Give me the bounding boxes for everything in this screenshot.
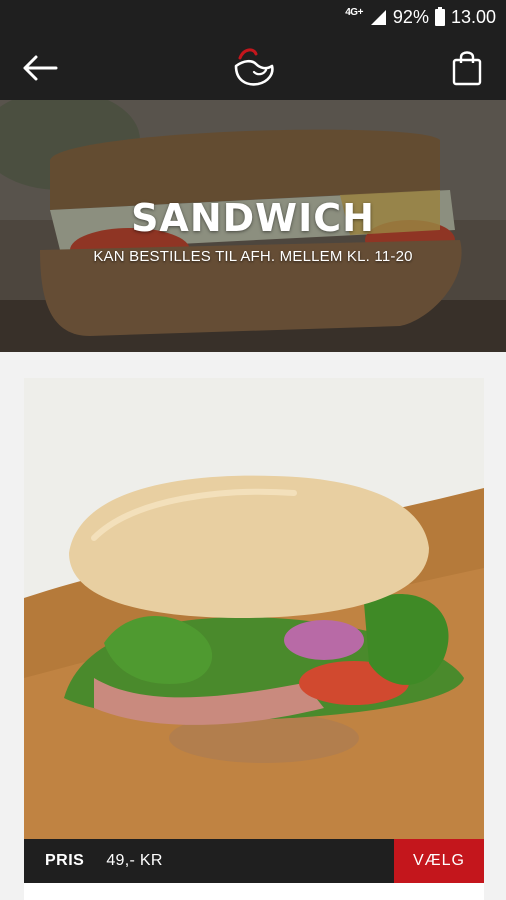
price-value: 49,- KR [106, 852, 163, 869]
status-bar: 4G+ 92% 13.00 [0, 0, 506, 34]
bird-logo-icon[interactable] [228, 46, 278, 90]
price-bar: PRIS 49,- KR VÆLG [24, 839, 484, 883]
select-button[interactable]: VÆLG [394, 839, 484, 883]
page-subtitle: KAN BESTILLES TIL AFH. MELLEM KL. 11-20 [93, 248, 413, 265]
product-image[interactable] [24, 378, 484, 839]
clock: 13.00 [450, 6, 496, 27]
battery-icon [434, 6, 445, 26]
signal-icon [370, 10, 386, 25]
category-hero: SANDWICH KAN BESTILLES TIL AFH. MELLEM K… [0, 100, 506, 352]
price-label: PRIS [45, 852, 85, 869]
shopping-bag-icon[interactable] [450, 48, 484, 86]
arrow-left-icon[interactable] [20, 52, 60, 84]
app-bar [0, 34, 506, 100]
network-type: 4G+ [345, 6, 363, 18]
battery-level: 92% [392, 6, 429, 27]
product-card[interactable]: PRIS 49,- KR VÆLG [24, 378, 484, 900]
page-title: SANDWICH [131, 196, 375, 240]
